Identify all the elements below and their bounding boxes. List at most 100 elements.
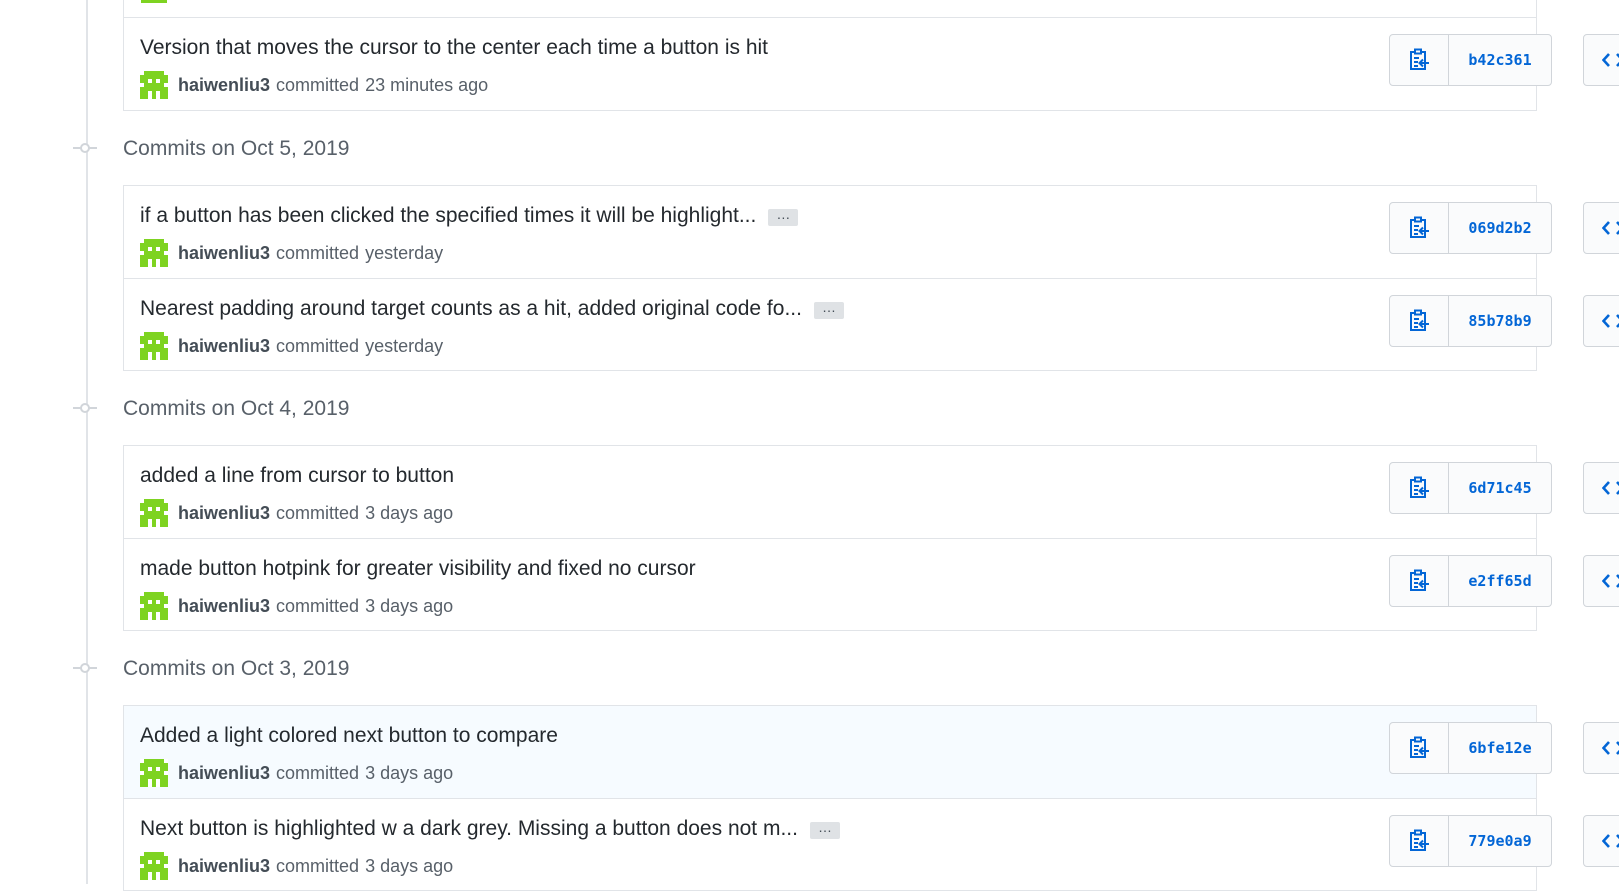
commit-message-link[interactable]: added a line from cursor to button [140, 464, 454, 487]
commit-sha-link[interactable]: e2ff65d [1449, 556, 1551, 606]
clipboard-copy-icon [1408, 829, 1430, 853]
commit-group-date: Commits on Oct 5, 2019 [123, 137, 350, 160]
commit-action: committed [276, 74, 360, 95]
copy-sha-button[interactable] [1390, 203, 1449, 253]
commit-row: if a button has been clicked the specifi… [124, 186, 1619, 278]
commit-row: added a line from cursor to button haiwen… [124, 446, 1619, 538]
expand-message-button[interactable]: … [809, 820, 840, 839]
commit-sha-link[interactable]: 85b78b9 [1449, 296, 1551, 346]
commit-action: committed [276, 335, 360, 356]
browse-repository-button[interactable] [1583, 555, 1619, 607]
commit-message-link[interactable]: Added a light colored next button to com… [140, 724, 558, 747]
commit-message: Nearest padding around target counts as … [140, 297, 844, 321]
copy-sha-button[interactable] [1390, 296, 1449, 346]
commit-sha-link[interactable]: 069d2b2 [1449, 203, 1551, 253]
commit-time: 3 days ago [365, 762, 454, 783]
commit-sha-link[interactable]: 6bfe12e [1449, 723, 1551, 773]
commit-group-date: Commits on Oct 4, 2019 [123, 397, 350, 420]
avatar[interactable] [140, 592, 168, 620]
commit-row: Version that moves the cursor to the cen… [124, 18, 1619, 110]
commit-author[interactable]: haiwenliu3 [178, 336, 270, 357]
commit-author[interactable]: haiwenliu3 [178, 856, 270, 877]
timeline-commit-icon [73, 143, 97, 153]
clipboard-copy-icon [1408, 736, 1430, 760]
clipboard-copy-icon [1408, 309, 1430, 333]
commit-action: committed [276, 762, 360, 783]
commit-meta: haiwenliu3 committed 3 days ago [140, 592, 453, 620]
commit-time: 3 days ago [365, 595, 454, 616]
commit-meta: haiwenliu3 committed 3 days ago [140, 759, 453, 787]
clipboard-copy-icon [1408, 216, 1430, 240]
copy-sha-button[interactable] [1390, 816, 1449, 866]
commit-row: made button hotpink for greater visibili… [124, 538, 1619, 630]
browse-repository-button[interactable] [1583, 34, 1619, 86]
commit-sha-link[interactable]: 779e0a9 [1449, 816, 1551, 866]
browse-repository-button[interactable] [1583, 815, 1619, 867]
commit-message-link[interactable]: Version that moves the cursor to the cen… [140, 36, 768, 59]
commit-author[interactable]: haiwenliu3 [178, 503, 270, 524]
commit-message: made button hotpink for greater visibili… [140, 557, 696, 581]
copy-sha-button[interactable] [1390, 556, 1449, 606]
commit-author[interactable]: haiwenliu3 [178, 243, 270, 264]
commit-author[interactable]: haiwenliu3 [178, 75, 270, 96]
code-brackets-icon [1602, 52, 1619, 68]
previous-commit-box-edge [123, 0, 1537, 17]
commit-message-link[interactable]: Nearest padding around target counts as … [140, 297, 802, 320]
browse-repository-button[interactable] [1583, 202, 1619, 254]
commit-sha-group: b42c361 [1389, 34, 1552, 86]
avatar[interactable] [140, 239, 168, 267]
avatar[interactable] [140, 71, 168, 99]
commit-group-header: Commits on Oct 5, 2019 [0, 129, 1619, 169]
commit-group-box: if a button has been clicked the specifi… [123, 185, 1619, 371]
commit-message-link[interactable]: if a button has been clicked the specifi… [140, 204, 756, 227]
commit-sha-group: e2ff65d [1389, 555, 1552, 607]
browse-repository-button[interactable] [1583, 295, 1619, 347]
commit-time: 3 days ago [365, 502, 454, 523]
commit-meta: haiwenliu3 committed 3 days ago [140, 499, 453, 527]
timeline-commit-icon [73, 663, 97, 673]
commit-sha-link[interactable]: b42c361 [1449, 35, 1551, 85]
commit-time: yesterday [365, 335, 444, 356]
commit-group-box: Added a light colored next button to com… [123, 705, 1619, 891]
code-brackets-icon [1602, 573, 1619, 589]
copy-sha-button[interactable] [1390, 35, 1449, 85]
commit-message: Next button is highlighted w a dark grey… [140, 817, 840, 841]
commit-author[interactable]: haiwenliu3 [178, 596, 270, 617]
commit-message: if a button has been clicked the specifi… [140, 204, 799, 228]
avatar[interactable] [140, 332, 168, 360]
code-brackets-icon [1602, 833, 1619, 849]
code-brackets-icon [1602, 480, 1619, 496]
commit-message-link[interactable]: Next button is highlighted w a dark grey… [140, 817, 798, 840]
avatar[interactable] [140, 852, 168, 880]
commit-author[interactable]: haiwenliu3 [178, 763, 270, 784]
commit-group-box: Version that moves the cursor to the cen… [123, 17, 1619, 111]
clipboard-copy-icon [1408, 476, 1430, 500]
commit-sha-group: 069d2b2 [1389, 202, 1552, 254]
copy-sha-button[interactable] [1390, 723, 1449, 773]
browse-repository-button[interactable] [1583, 722, 1619, 774]
expand-message-button[interactable]: … [768, 207, 799, 226]
commit-meta: haiwenliu3 committed 3 days ago [140, 852, 453, 880]
commit-group-date: Commits on Oct 3, 2019 [123, 657, 350, 680]
avatar[interactable] [140, 759, 168, 787]
timeline-commit-icon [73, 403, 97, 413]
commit-sha-group: 6bfe12e [1389, 722, 1552, 774]
commit-list: Version that moves the cursor to the cen… [0, 0, 1619, 891]
code-brackets-icon [1602, 220, 1619, 236]
copy-sha-button[interactable] [1390, 463, 1449, 513]
commit-row: Next button is highlighted w a dark grey… [124, 798, 1619, 890]
commit-row: Added a light colored next button to com… [124, 706, 1619, 798]
commit-message: added a line from cursor to button [140, 464, 454, 488]
expand-message-button[interactable]: … [813, 300, 844, 319]
clipboard-copy-icon [1408, 569, 1430, 593]
commit-sha-group: 85b78b9 [1389, 295, 1552, 347]
avatar [141, 0, 167, 3]
commit-meta: haiwenliu3 committed 23 minutes ago [140, 71, 488, 99]
commit-meta: haiwenliu3 committed yesterday [140, 239, 443, 267]
commit-sha-link[interactable]: 6d71c45 [1449, 463, 1551, 513]
browse-repository-button[interactable] [1583, 462, 1619, 514]
commit-message: Version that moves the cursor to the cen… [140, 36, 768, 60]
commit-message-link[interactable]: made button hotpink for greater visibili… [140, 557, 696, 580]
commit-sha-group: 779e0a9 [1389, 815, 1552, 867]
avatar[interactable] [140, 499, 168, 527]
